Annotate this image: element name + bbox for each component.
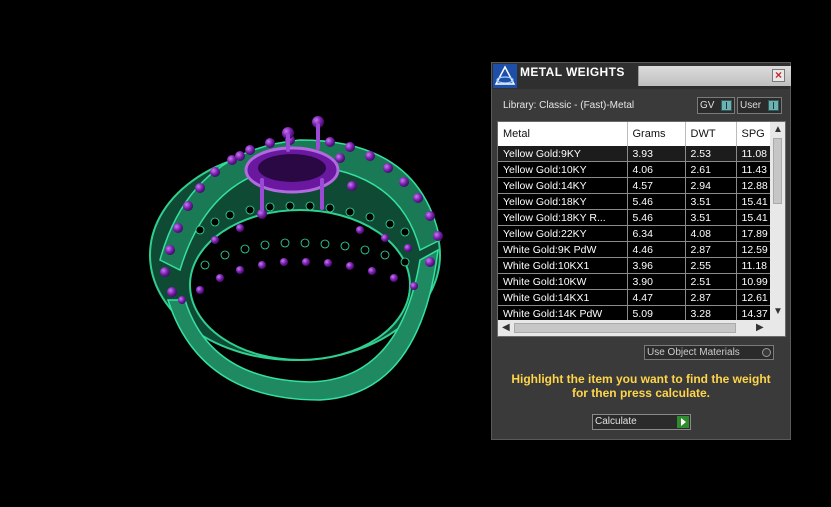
table-row[interactable]: Yellow Gold:14KY 4.57 2.94 12.88: [498, 177, 770, 194]
use-object-materials-label: Use Object Materials: [647, 347, 740, 358]
cell-grams: 6.34: [627, 225, 686, 242]
cell-spg: 11.08: [736, 146, 770, 162]
calculate-button[interactable]: Calculate: [592, 414, 691, 430]
table-row[interactable]: Yellow Gold:18KY R... 5.46 3.51 15.41: [498, 209, 770, 226]
gv-toggle-label: GV: [700, 100, 715, 111]
chevron-right-icon[interactable]: ▶: [756, 323, 764, 333]
title-bar-fill: [638, 66, 791, 86]
play-arrow-icon: [677, 416, 689, 428]
instruction-text: Highlight the item you want to find the …: [492, 372, 790, 400]
cell-metal: Yellow Gold:9KY: [498, 146, 628, 162]
center-setting-seat: [258, 154, 326, 182]
instruction-line-2: for then press calculate.: [571, 386, 711, 400]
panel-title: METAL WEIGHTS: [520, 65, 625, 79]
table-row[interactable]: White Gold:14K PdW 5.09 3.28 14.37: [498, 305, 770, 320]
toggle-switch-icon: [768, 100, 779, 111]
table-row[interactable]: White Gold:10KW 3.90 2.51 10.99: [498, 273, 770, 290]
use-object-materials-option[interactable]: Use Object Materials: [644, 345, 774, 360]
cell-spg: 14.37: [736, 305, 770, 320]
cell-spg: 10.99: [736, 273, 770, 290]
cell-metal: White Gold:14K PdW: [498, 305, 628, 320]
cell-dwt: 3.28: [685, 305, 737, 320]
cell-grams: 5.46: [627, 209, 686, 226]
cell-grams: 3.93: [627, 146, 686, 162]
cell-grams: 4.46: [627, 241, 686, 258]
metal-table: Metal Grams DWT SPG Yellow Gold:9KY 3.93…: [497, 121, 786, 337]
cell-spg: 15.41: [736, 209, 770, 226]
table-header-row: Metal Grams DWT SPG: [498, 122, 770, 146]
cell-spg: 15.41: [736, 193, 770, 210]
cell-metal: Yellow Gold:22KY: [498, 225, 628, 242]
cell-dwt: 2.53: [685, 146, 737, 162]
cell-metal: White Gold:10KW: [498, 273, 628, 290]
cell-spg: 12.59: [736, 241, 770, 258]
vertical-scrollbar[interactable]: ▲ ▼: [770, 122, 785, 320]
cell-spg: 12.61: [736, 289, 770, 306]
cell-spg: 17.89: [736, 225, 770, 242]
column-header-spg[interactable]: SPG: [736, 122, 770, 146]
horizontal-scroll-thumb[interactable]: [514, 323, 736, 333]
radio-button-icon[interactable]: [762, 348, 771, 357]
cell-metal: White Gold:14KX1: [498, 289, 628, 306]
cell-dwt: 2.87: [685, 289, 737, 306]
cell-dwt: 2.61: [685, 161, 737, 178]
table-row[interactable]: White Gold:10KX1 3.96 2.55 11.18: [498, 257, 770, 274]
title-bar[interactable]: METAL WEIGHTS ×: [492, 63, 791, 89]
table-row[interactable]: Yellow Gold:22KY 6.34 4.08 17.89: [498, 225, 770, 242]
cell-spg: 12.88: [736, 177, 770, 194]
cell-dwt: 2.55: [685, 257, 737, 274]
app-logo-icon: [493, 64, 517, 88]
cell-dwt: 3.51: [685, 209, 737, 226]
vertical-scroll-thumb[interactable]: [773, 138, 782, 204]
calculate-label: Calculate: [595, 416, 637, 427]
cell-dwt: 2.94: [685, 177, 737, 194]
user-toggle[interactable]: User: [737, 97, 782, 114]
cell-metal: Yellow Gold:10KY: [498, 161, 628, 178]
chevron-left-icon[interactable]: ◀: [502, 323, 510, 333]
column-header-grams[interactable]: Grams: [627, 122, 686, 146]
ring-model: [149, 116, 443, 401]
cell-grams: 5.09: [627, 305, 686, 320]
ring-inner-hole: [189, 209, 411, 361]
cell-dwt: 2.87: [685, 241, 737, 258]
cell-grams: 3.96: [627, 257, 686, 274]
close-icon[interactable]: ×: [772, 69, 785, 82]
cell-metal: White Gold:10KX1: [498, 257, 628, 274]
cell-grams: 4.57: [627, 177, 686, 194]
cell-spg: 11.18: [736, 257, 770, 274]
library-label: Library: Classic - (Fast)-Metal: [503, 100, 635, 111]
cell-dwt: 2.51: [685, 273, 737, 290]
table-row[interactable]: Yellow Gold:9KY 3.93 2.53 11.08: [498, 146, 770, 162]
cell-grams: 4.47: [627, 289, 686, 306]
cell-metal: Yellow Gold:18KY: [498, 193, 628, 210]
cell-metal: Yellow Gold:14KY: [498, 177, 628, 194]
chevron-up-icon[interactable]: ▲: [773, 125, 783, 135]
gv-toggle[interactable]: GV: [697, 97, 735, 114]
cell-metal: White Gold:9K PdW: [498, 241, 628, 258]
column-header-metal[interactable]: Metal: [498, 122, 628, 146]
toggle-switch-icon: [721, 100, 732, 111]
table-row[interactable]: White Gold:14KX1 4.47 2.87 12.61: [498, 289, 770, 306]
cell-spg: 11.43: [736, 161, 770, 178]
chevron-down-icon[interactable]: ▼: [773, 307, 783, 317]
cell-metal: Yellow Gold:18KY R...: [498, 209, 628, 226]
horizontal-scrollbar[interactable]: ◀ ▶: [498, 320, 785, 336]
instruction-line-1: Highlight the item you want to find the …: [511, 372, 771, 386]
cell-dwt: 4.08: [685, 225, 737, 242]
column-header-dwt[interactable]: DWT: [685, 122, 737, 146]
cell-grams: 3.90: [627, 273, 686, 290]
table-row[interactable]: White Gold:9K PdW 4.46 2.87 12.59: [498, 241, 770, 258]
cell-grams: 5.46: [627, 193, 686, 210]
cell-dwt: 3.51: [685, 193, 737, 210]
table-row[interactable]: Yellow Gold:18KY 5.46 3.51 15.41: [498, 193, 770, 210]
3d-viewport[interactable]: [0, 0, 480, 507]
metal-weights-table: Metal Grams DWT SPG Yellow Gold:9KY 3.93…: [498, 122, 770, 320]
metal-weights-panel: METAL WEIGHTS × Library: Classic - (Fast…: [491, 62, 791, 440]
user-toggle-label: User: [740, 100, 762, 111]
table-row[interactable]: Yellow Gold:10KY 4.06 2.61 11.43: [498, 161, 770, 178]
cell-grams: 4.06: [627, 161, 686, 178]
metal-table-viewport: Metal Grams DWT SPG Yellow Gold:9KY 3.93…: [498, 122, 770, 320]
